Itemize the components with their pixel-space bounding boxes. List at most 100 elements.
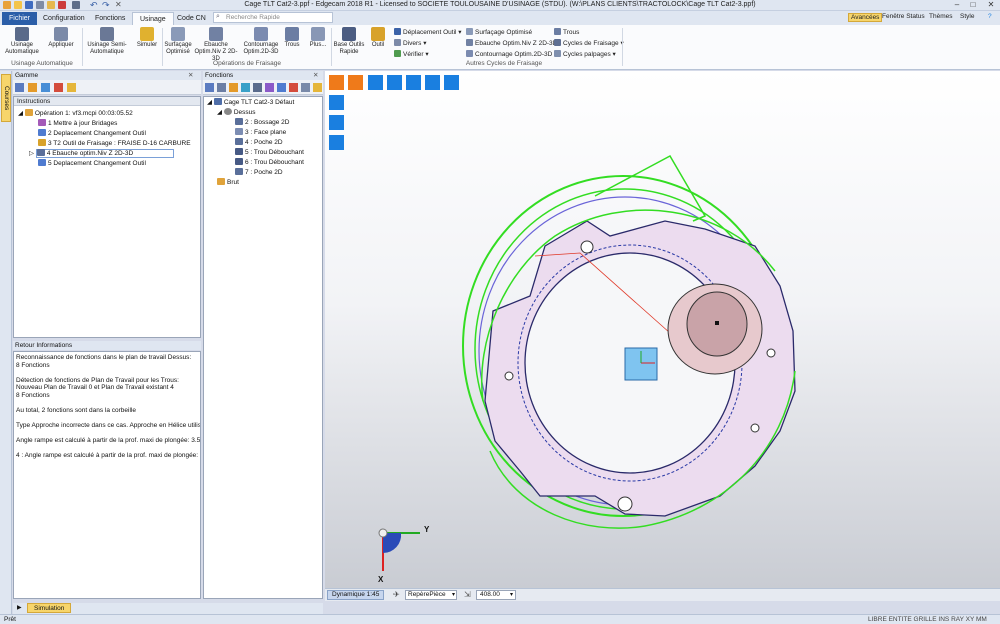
undo-icon[interactable]: ↶ bbox=[90, 1, 98, 10]
plus-button[interactable]: Plus... bbox=[306, 27, 330, 49]
tab-configuration[interactable]: Configuration bbox=[36, 12, 92, 25]
tree-item[interactable]: 4 : Poche 2D bbox=[207, 138, 322, 148]
help-icon[interactable]: ? bbox=[988, 13, 992, 20]
surfacage-small-button[interactable]: Surfaçage Optimisé bbox=[466, 28, 532, 36]
check-icon bbox=[394, 50, 401, 57]
cycles-palpages-button[interactable]: Cycles palpages ▾ bbox=[554, 50, 616, 58]
minimize-button[interactable]: – bbox=[950, 0, 964, 10]
roughing-icon bbox=[209, 27, 223, 41]
list-view-icon[interactable] bbox=[425, 75, 440, 90]
orange-view-icon[interactable] bbox=[348, 75, 363, 90]
tree-item[interactable]: 2 : Bossage 2D bbox=[207, 118, 322, 128]
view-icon[interactable] bbox=[253, 83, 262, 92]
plane-icon[interactable] bbox=[277, 83, 286, 92]
deplacement-outil-button[interactable]: Déplacement Outil ▾ bbox=[394, 28, 462, 36]
tree-item[interactable]: 7 : Poche 2D bbox=[207, 168, 322, 178]
outil-button[interactable]: Outil bbox=[368, 27, 388, 49]
list-item[interactable]: 3 T2 Outil de Fraisage : FRAISE D-16 CAR… bbox=[18, 139, 200, 149]
ebauche-small-button[interactable]: Ebauche Optim.Niv Z 2D-3D bbox=[466, 39, 557, 47]
print-icon[interactable] bbox=[36, 1, 44, 9]
ebauche-optim-button[interactable]: Ebauche Optim.Niv Z 2D-3D bbox=[194, 27, 238, 63]
graphics-viewport[interactable]: Y X bbox=[325, 71, 1000, 588]
usinage-automatique-button[interactable]: Usinage Automatique bbox=[4, 27, 40, 56]
avancees-button[interactable]: Avancées bbox=[848, 13, 883, 22]
tree-root[interactable]: ◢ Cage TLT Cat2-3 Défaut bbox=[207, 98, 322, 108]
feature-icon[interactable] bbox=[229, 83, 238, 92]
find-icon[interactable] bbox=[241, 83, 250, 92]
grid-icon[interactable] bbox=[41, 83, 50, 92]
macro-icon[interactable] bbox=[58, 1, 66, 9]
rotate-view-icon[interactable] bbox=[387, 75, 402, 90]
appliquer-button[interactable]: Appliquer bbox=[46, 27, 76, 49]
delete-icon[interactable] bbox=[289, 83, 298, 92]
tab-usinage[interactable]: Usinage bbox=[132, 12, 174, 25]
redo-icon[interactable]: ↷ bbox=[102, 1, 110, 10]
settings-icon[interactable] bbox=[301, 83, 310, 92]
folder-icon[interactable] bbox=[47, 1, 55, 9]
dynamic-scale[interactable]: Dynamique 1:45 bbox=[327, 590, 385, 600]
orange-cube-icon[interactable] bbox=[329, 75, 344, 90]
front-view-icon[interactable] bbox=[329, 135, 344, 150]
trous-small-button[interactable]: Trous bbox=[554, 28, 579, 36]
maximize-button[interactable]: □ bbox=[966, 0, 980, 10]
chevron-down-icon[interactable]: ▾ bbox=[452, 591, 455, 598]
chevron-down-icon[interactable]: ▾ bbox=[510, 591, 513, 598]
tree-item[interactable]: 5 : Trou Débouchant bbox=[207, 148, 322, 158]
zoom-icon[interactable] bbox=[406, 75, 421, 90]
folder-icon[interactable] bbox=[313, 83, 322, 92]
filter-icon[interactable] bbox=[217, 83, 226, 92]
search-input[interactable]: Recherche Rapide bbox=[213, 12, 333, 23]
cancel-icon[interactable]: ✕ bbox=[115, 1, 123, 9]
pen-icon[interactable] bbox=[72, 1, 80, 9]
close-icon[interactable]: ✕ bbox=[313, 71, 318, 79]
list-item[interactable]: 1 Mettre à jour Bridages bbox=[18, 119, 200, 129]
open-icon[interactable] bbox=[14, 1, 22, 9]
tree-icon[interactable] bbox=[205, 83, 214, 92]
tab-fonctions[interactable]: Fonctions bbox=[88, 12, 132, 25]
list-icon[interactable] bbox=[54, 83, 63, 92]
blue-view-icon[interactable] bbox=[368, 75, 383, 90]
hole bbox=[580, 240, 594, 254]
fonctions-panel: ◢ Cage TLT Cat2-3 Défaut ◢ Dessus 2 : Bo… bbox=[203, 96, 323, 599]
coordinates-icon[interactable] bbox=[444, 75, 459, 90]
verifier-button[interactable]: Vérifier ▾ bbox=[394, 50, 429, 58]
list-item[interactable]: 5 Deplacement Changement Outil bbox=[18, 159, 200, 169]
close-icon[interactable]: ✕ bbox=[188, 71, 193, 79]
simuler-button[interactable]: Simuler bbox=[134, 27, 160, 49]
iso-view-icon[interactable] bbox=[329, 95, 344, 110]
tab-simulation[interactable]: Simulation bbox=[27, 603, 72, 613]
contournage-small-button[interactable]: Contournage Optim.2D-3D bbox=[466, 50, 552, 58]
tree-item[interactable]: Brut bbox=[207, 178, 322, 188]
frame-select[interactable]: RepèrePièce bbox=[405, 590, 457, 600]
tab-fichier[interactable]: Fichier bbox=[2, 12, 38, 25]
close-button[interactable]: ✕ bbox=[984, 0, 998, 10]
refresh-icon[interactable] bbox=[28, 83, 37, 92]
divers-button[interactable]: Divers ▾ bbox=[394, 39, 427, 47]
trous-button[interactable]: Trous bbox=[282, 27, 302, 49]
themes-button[interactable]: Thèmes bbox=[929, 13, 952, 20]
retour-panel: Reconnaissance de fonctions dans le plan… bbox=[13, 351, 201, 599]
contournage-optim-button[interactable]: Contournage Optim.2D-3D bbox=[240, 27, 282, 56]
tree-item[interactable]: 6 : Trou Débouchant bbox=[207, 158, 322, 168]
style-button[interactable]: Style bbox=[960, 13, 974, 20]
tree-item[interactable]: 3 : Face plane bbox=[207, 128, 322, 138]
play-icon[interactable]: ▶ bbox=[17, 604, 22, 611]
top-view-icon[interactable] bbox=[329, 115, 344, 130]
face-icon bbox=[235, 128, 243, 135]
layer-icon[interactable] bbox=[265, 83, 274, 92]
view-toolbar[interactable] bbox=[329, 75, 459, 150]
folder-icon[interactable] bbox=[67, 83, 76, 92]
list-item[interactable]: ◢ Opération 1: vf3.mcpi 00:03:05.52 bbox=[18, 109, 200, 119]
cycles-fraisage-button[interactable]: Cycles de Fraisage ▾ bbox=[554, 39, 624, 47]
list-item-selected[interactable]: ▷ 4 Ebauche optim.Niv Z 2D-3D bbox=[18, 149, 200, 159]
base-outils-rapide-button[interactable]: Base Outils Rapide bbox=[333, 27, 365, 56]
tab-code-cn[interactable]: Code CN bbox=[170, 12, 213, 25]
tab-courses[interactable]: Courses bbox=[1, 74, 11, 122]
save-icon[interactable] bbox=[25, 1, 33, 9]
tree-node[interactable]: ◢ Dessus bbox=[207, 108, 322, 118]
usinage-semi-automatique-button[interactable]: Usinage Semi-Automatique bbox=[84, 27, 130, 56]
surfacage-optimise-button[interactable]: Surfaçage Optimisé bbox=[164, 27, 192, 56]
list-item[interactable]: 2 Deplacement Changement Outil bbox=[18, 129, 200, 139]
fenetre-status-button[interactable]: Fenêtre Status bbox=[882, 13, 925, 20]
tree-icon[interactable] bbox=[15, 83, 24, 92]
